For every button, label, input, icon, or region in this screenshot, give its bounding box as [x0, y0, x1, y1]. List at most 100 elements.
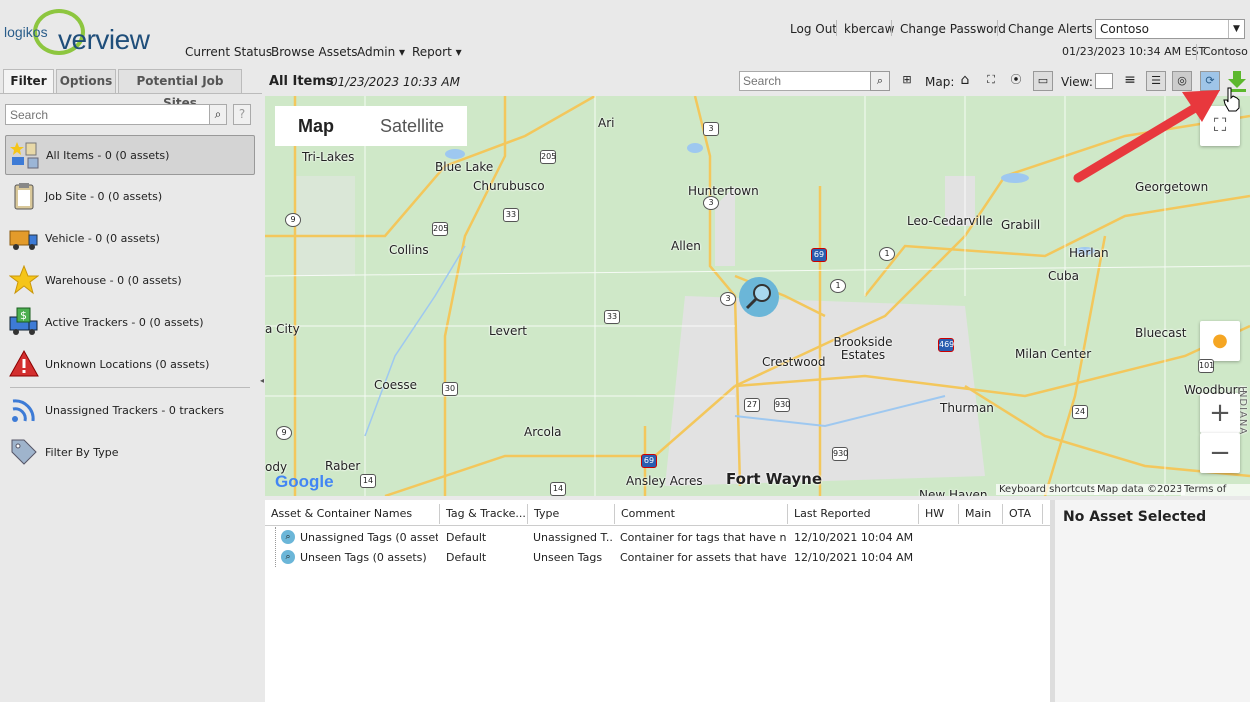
tag-icon	[11, 439, 37, 465]
cell-last-reported: 12/10/2021 10:04 AM	[794, 531, 914, 544]
route-shield: 3	[703, 196, 719, 210]
username-link[interactable]: kbercaw	[844, 22, 894, 36]
terms-of-use-link[interactable]: Terms of Use	[1181, 484, 1250, 496]
route-shield: 69	[641, 454, 657, 468]
asset-grid: Asset & Container Names Tag & Tracke... …	[265, 500, 1050, 702]
map-place-label: a City	[265, 322, 300, 336]
filter-item-label: Active Trackers - 0 (0 assets)	[45, 316, 204, 329]
warning-icon	[9, 349, 39, 377]
route-shield: 69	[811, 248, 827, 262]
map-type-satellite-button[interactable]: Satellite	[357, 106, 467, 146]
cell-comment: Container for assets that have ...	[620, 551, 786, 564]
tab-potential-job-sites[interactable]: Potential Job Sites	[118, 69, 242, 110]
route-shield: 205	[432, 222, 448, 236]
filter-item-label: Job Site - 0 (0 assets)	[45, 190, 163, 203]
tab-filter[interactable]: Filter	[3, 69, 54, 93]
home-icon[interactable]: ⌂	[955, 71, 975, 91]
google-logo: Google	[275, 472, 334, 491]
location-marker[interactable]	[739, 277, 779, 317]
help-button[interactable]: ?	[233, 104, 251, 125]
fit-bounds-icon[interactable]: ⛶	[981, 71, 1001, 91]
column-header-hw[interactable]: HW	[919, 504, 959, 524]
change-alerts-link[interactable]: Change Alerts	[1008, 22, 1093, 36]
nav-current-status[interactable]: Current Status	[185, 45, 272, 59]
route-shield: 205	[540, 150, 556, 164]
table-row[interactable]: ⌕ Unassigned Tags (0 assets) Default Una…	[265, 527, 1050, 547]
column-header-asset-names[interactable]: Asset & Container Names	[265, 504, 440, 524]
keyboard-shortcuts-link[interactable]: Keyboard shortcuts	[996, 484, 1099, 495]
magnifier-icon	[745, 284, 771, 310]
map-place-label: Churubusco	[473, 179, 545, 193]
filter-item-all-items[interactable]: All Items - 0 (0 assets)	[5, 135, 255, 175]
cell-type: Unassigned T...	[533, 531, 613, 544]
route-shield: 27	[744, 398, 760, 412]
column-header-last-reported[interactable]: Last Reported	[788, 504, 919, 524]
clipboard-icon	[14, 183, 34, 210]
money-truck-icon: $	[9, 307, 38, 335]
search-icon[interactable]: ⌕	[870, 71, 890, 91]
map-place-label: Huntertown	[688, 184, 759, 198]
speech-bubble-icon[interactable]: ▭	[1033, 71, 1053, 91]
map-place-label: New Haven	[919, 488, 988, 496]
filter-item-warehouse[interactable]: Warehouse - 0 (0 assets)	[5, 261, 255, 301]
filter-item-label: Vehicle - 0 (0 assets)	[45, 232, 160, 245]
route-shield: 33	[604, 310, 620, 324]
filter-item-label: Filter By Type	[45, 446, 119, 459]
route-shield: 469	[938, 338, 954, 352]
company-select[interactable]: Contoso ▼	[1095, 19, 1245, 39]
zoom-in-button[interactable]: +	[1200, 393, 1240, 433]
tab-options[interactable]: Options	[56, 69, 116, 93]
filter-item-vehicle[interactable]: Vehicle - 0 (0 assets)	[5, 219, 255, 259]
nav-admin[interactable]: Admin ▾	[357, 45, 405, 59]
route-shield: 33	[503, 208, 519, 222]
filter-item-label: All Items - 0 (0 assets)	[46, 149, 170, 162]
filter-item-job-site[interactable]: Job Site - 0 (0 assets)	[5, 177, 255, 217]
route-shield: 9	[285, 213, 301, 227]
map-place-label: Allen	[671, 239, 701, 253]
logo-small-text: logikos	[4, 24, 48, 40]
clipboard-plus-icon[interactable]: ⊞	[897, 71, 917, 91]
filter-item-label: Unknown Locations (0 assets)	[45, 358, 210, 371]
logout-link[interactable]: Log Out	[790, 22, 837, 36]
column-header-ota[interactable]: OTA	[1003, 504, 1043, 524]
street-view-pegman-icon[interactable]: ●	[1200, 321, 1240, 361]
asset-detail-panel: No Asset Selected	[1055, 500, 1250, 702]
star-icon	[9, 265, 39, 295]
cell-tag: Default	[446, 551, 487, 564]
hand-cursor-icon	[1223, 87, 1240, 112]
change-password-link[interactable]: Change Password	[900, 22, 1006, 36]
route-shield: 24	[1072, 405, 1088, 419]
map-place-label: Harlan	[1069, 246, 1109, 260]
traffic-light-icon[interactable]: ⦿	[1006, 71, 1026, 91]
logo-big-text: verview	[58, 24, 150, 55]
column-header-comment[interactable]: Comment	[615, 504, 788, 524]
divider	[997, 20, 998, 36]
map-search-input[interactable]	[739, 71, 875, 91]
cell-tag: Default	[446, 531, 487, 544]
map-place-label: Leo-Cedarville	[907, 214, 993, 228]
route-shield: 14	[550, 482, 566, 496]
map-place-label: Brookside Estates	[833, 335, 893, 362]
map-place-label: Cuba	[1048, 269, 1079, 283]
table-row[interactable]: ⌕ Unseen Tags (0 assets) Default Unseen …	[265, 547, 1050, 567]
nav-browse-assets[interactable]: Browse Assets	[271, 45, 358, 59]
map-place-label: Thurman	[940, 401, 994, 415]
map-label: Map:	[925, 75, 955, 89]
map-place-label: INDIANA	[1237, 386, 1248, 436]
filter-search-input[interactable]	[5, 104, 210, 125]
map-place-label: Arcola	[524, 425, 562, 439]
map-type-map-button[interactable]: Map	[275, 106, 357, 146]
column-header-type[interactable]: Type	[528, 504, 615, 524]
search-icon[interactable]: ⌕	[209, 104, 227, 125]
column-header-main[interactable]: Main	[959, 504, 1003, 524]
filter-item-unknown-locations[interactable]: Unknown Locations (0 assets)	[5, 345, 255, 385]
map-place-label: Crestwood	[762, 355, 826, 369]
zoom-out-button[interactable]: −	[1200, 433, 1240, 473]
nav-report[interactable]: Report ▾	[412, 45, 462, 59]
filter-item-filter-by-type[interactable]: Filter By Type	[5, 433, 255, 473]
route-shield: 101	[1198, 359, 1214, 373]
filter-panel: Filter Options Potential Job Sites ⌕ ? A…	[0, 66, 264, 702]
column-header-tag-tracker[interactable]: Tag & Tracke...	[440, 504, 528, 524]
filter-item-active-trackers[interactable]: $ Active Trackers - 0 (0 assets)	[5, 303, 255, 343]
filter-item-unassigned-trackers[interactable]: Unassigned Trackers - 0 trackers	[5, 391, 255, 431]
